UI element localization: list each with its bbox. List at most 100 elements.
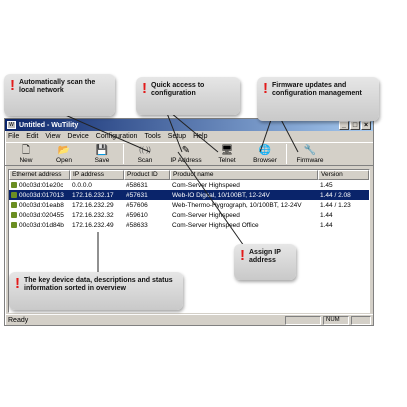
table-row[interactable]: 00c03d:020455 172.16.232.32 #59610 Com-Serv… <box>9 210 369 220</box>
cell-ip-address: 0.0.0.0 <box>72 181 92 189</box>
toolbar-separator <box>123 144 124 164</box>
table-row[interactable]: 00c03d:01e20c 0.0.0.0 #58631 Com-Server Hig… <box>9 180 369 190</box>
save-button[interactable]: 💾 Save <box>83 143 121 165</box>
close-button[interactable]: × <box>361 120 371 130</box>
list-rows: 00c03d:01e20c 0.0.0.0 #58631 Com-Server Hig… <box>9 180 369 230</box>
cell-product-id: #57631 <box>126 191 148 199</box>
telnet-terminal-icon: 🖥 <box>220 145 234 156</box>
table-row[interactable]: 00c03d:017013 172.16.232.17 #57631 Web-IO D… <box>9 190 369 200</box>
callout-quick-access: ! Quick access to configuration <box>136 77 240 115</box>
callout-text: Firmware updates and configuration manag… <box>272 82 362 97</box>
status-num-lock: NUM <box>323 315 349 325</box>
menu-edit[interactable]: Edit <box>26 133 38 140</box>
exclamation-icon: ! <box>263 80 268 97</box>
cell-product-id: #58633 <box>126 221 148 229</box>
tool-label: Scan <box>137 157 153 164</box>
new-button[interactable]: 🗋 New <box>7 143 45 165</box>
cell-ethernet-address: 00c03d:017013 <box>9 192 70 199</box>
minimize-button[interactable]: _ <box>339 120 349 130</box>
cell-product-name: Com-Server Highspeed <box>172 211 240 219</box>
device-icon <box>11 202 17 208</box>
cell-text: 00c03d:020455 <box>19 211 64 219</box>
callout-text: Assign IP address <box>249 249 281 264</box>
exclamation-icon: ! <box>240 247 245 264</box>
cell-version: 1.44 / 1.23 <box>320 201 351 209</box>
open-folder-icon: 📂 <box>57 145 71 156</box>
tool-label: Firmware <box>296 157 324 164</box>
list-header: Ethernet address IP address Product ID P… <box>9 170 369 180</box>
menu-file[interactable]: File <box>8 133 19 140</box>
cell-product-name: Web-Thermo-Hygrograph, 10/100BT, 12-24V <box>172 201 302 209</box>
tool-label: Telnet <box>218 157 236 164</box>
cell-text: 00c03d:01e20c <box>19 181 64 189</box>
status-panel <box>285 315 321 325</box>
column-ip-address[interactable]: IP address <box>70 170 124 180</box>
menu-configuration[interactable]: Configuration <box>96 133 138 140</box>
tool-label: Browser <box>253 157 277 164</box>
cell-version: 1.44 / 2.08 <box>320 191 351 199</box>
tool-label: New <box>19 157 33 164</box>
ip-address-button[interactable]: ✎ IP Address <box>164 143 208 165</box>
callout-scan-network: ! Automatically scan the local network <box>4 74 115 116</box>
app-icon[interactable]: W <box>7 121 16 129</box>
cell-text: 00c03d:01d84b <box>19 221 64 229</box>
window-title: Untitled - WuTility <box>19 121 79 129</box>
device-icon <box>11 212 17 218</box>
cell-product-id: #58631 <box>126 181 148 189</box>
cell-ip-address: 172.16.232.17 <box>72 191 114 199</box>
exclamation-icon: ! <box>142 80 147 97</box>
table-row[interactable]: 00c03d:01d84b 172.16.232.49 #58633 Com-Serv… <box>9 220 369 230</box>
callout-text: Automatically scan the local network <box>19 79 96 94</box>
cell-text: 00c03d:017013 <box>19 191 64 199</box>
cell-ethernet-address: 00c03d:020455 <box>9 212 70 219</box>
new-document-icon: 🗋 <box>21 145 31 156</box>
device-icon <box>11 192 17 198</box>
maximize-button[interactable]: □ <box>350 120 360 130</box>
exclamation-icon: ! <box>15 275 20 292</box>
cell-ip-address: 172.16.232.49 <box>72 221 114 229</box>
menu-setup[interactable]: Setup <box>168 133 186 140</box>
column-product-id[interactable]: Product ID <box>124 170 170 180</box>
tool-label: Open <box>56 157 72 164</box>
cell-version: 1.44 <box>320 221 333 229</box>
column-ethernet-address[interactable]: Ethernet address <box>9 170 70 180</box>
status-panel <box>351 315 371 325</box>
cell-product-name: Com-Server Highspeed Office <box>172 221 259 229</box>
scan-button[interactable]: ((·)) Scan <box>126 143 164 165</box>
tool-label: IP Address <box>170 157 202 164</box>
device-icon <box>11 182 17 188</box>
menu-device[interactable]: Device <box>67 133 88 140</box>
cell-ip-address: 172.16.232.29 <box>72 201 114 209</box>
firmware-button[interactable]: 🔧 Firmware <box>289 143 331 165</box>
toolbar-separator <box>286 144 287 164</box>
cell-product-id: #57606 <box>126 201 148 209</box>
browser-button[interactable]: 🌐 Browser <box>246 143 284 165</box>
telnet-button[interactable]: 🖥 Telnet <box>208 143 246 165</box>
open-button[interactable]: 📂 Open <box>45 143 83 165</box>
cell-text: 00c03d:01eab8 <box>19 201 64 209</box>
firmware-wrench-icon: 🔧 <box>303 145 317 156</box>
cell-ethernet-address: 00c03d:01e20c <box>9 182 70 189</box>
menu-tools[interactable]: Tools <box>144 133 160 140</box>
cell-ethernet-address: 00c03d:01d84b <box>9 222 70 229</box>
callout-firmware-updates: ! Firmware updates and configuration man… <box>257 77 379 121</box>
scan-radar-icon: ((·)) <box>139 147 151 154</box>
column-version[interactable]: Version <box>318 170 369 180</box>
status-bar: Ready NUM <box>5 314 373 325</box>
column-product-name[interactable]: Product name <box>170 170 318 180</box>
cell-version: 1.44 <box>320 211 333 219</box>
save-disk-icon: 💾 <box>95 145 109 156</box>
callout-text: Quick access to configuration <box>151 82 205 97</box>
table-row[interactable]: 00c03d:01eab8 172.16.232.29 #57606 Web-Ther… <box>9 200 369 210</box>
callout-text: The key device data, descriptions and st… <box>24 277 173 292</box>
menu-help[interactable]: Help <box>193 133 207 140</box>
cell-product-name: Web-IO Digital, 10/100BT, 12-24V <box>172 191 270 199</box>
cell-ip-address: 172.16.232.32 <box>72 211 114 219</box>
cell-product-id: #59610 <box>126 211 148 219</box>
menu-view[interactable]: View <box>45 133 60 140</box>
cell-ethernet-address: 00c03d:01eab8 <box>9 202 70 209</box>
status-text: Ready <box>8 316 29 324</box>
browser-globe-icon: 🌐 <box>258 145 272 156</box>
callout-key-device-data: ! The key device data, descriptions and … <box>9 272 183 310</box>
ip-address-icon: ✎ <box>181 145 191 156</box>
